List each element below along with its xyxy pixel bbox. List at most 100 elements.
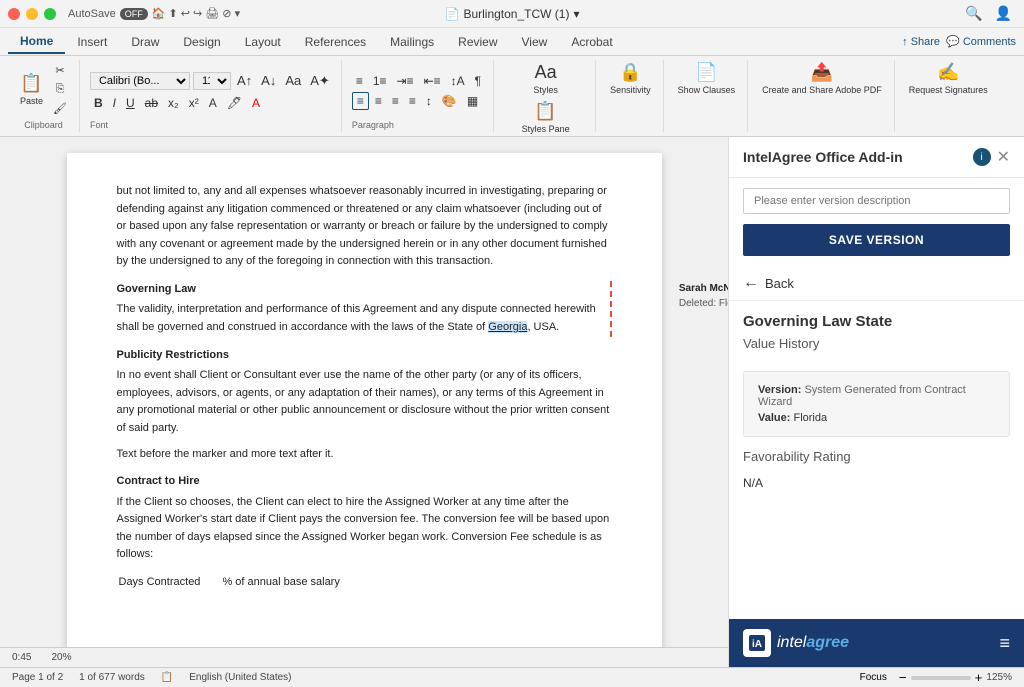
indent-button[interactable]: ⇥≡ xyxy=(393,73,418,89)
paragraph-group: ≡ 1≡ ⇥≡ ⇤≡ ↕A ¶ ≡ ≡ ≡ ≡ ↕ 🎨 ▦ Paragraph xyxy=(344,60,494,132)
zoom-slider[interactable] xyxy=(911,676,971,680)
value-row: Value: Florida xyxy=(758,412,995,424)
borders-button[interactable]: ▦ xyxy=(463,93,482,109)
zoom-in-button[interactable]: + xyxy=(975,670,983,685)
strikethrough-button[interactable]: ab xyxy=(141,95,162,111)
back-label: Back xyxy=(765,276,794,291)
tab-view[interactable]: View xyxy=(510,31,560,53)
maximize-button[interactable] xyxy=(44,8,56,20)
back-button[interactable]: ← Back xyxy=(729,266,1024,301)
show-clauses-group: 📄 Show Clauses xyxy=(666,60,749,132)
intelagree-logo: iA intelagree xyxy=(743,629,849,657)
close-sidebar-button[interactable]: ✕ xyxy=(997,147,1010,167)
sensitivity-button[interactable]: 🔒 Sensitivity xyxy=(606,60,655,97)
tab-design[interactable]: Design xyxy=(171,31,232,53)
clear-format-button[interactable]: Aa xyxy=(282,72,304,89)
font-color-button[interactable]: A xyxy=(248,95,264,111)
tab-insert[interactable]: Insert xyxy=(65,31,119,53)
show-formatting-button[interactable]: ¶ xyxy=(471,73,485,89)
font-group: Calibri (Bo... 11 A↑ A↓ Aa A✦ B I U ab x… xyxy=(82,60,342,132)
tab-acrobat[interactable]: Acrobat xyxy=(559,31,624,53)
footer-menu-button[interactable]: ≡ xyxy=(999,633,1010,654)
sidebar-footer: iA intelagree ≡ xyxy=(729,619,1024,667)
line-spacing-button[interactable]: ↕ xyxy=(422,93,436,109)
favorability-label: Favorability Rating xyxy=(743,449,1010,464)
italic-button[interactable]: I xyxy=(109,95,120,111)
highlight-button[interactable]: 🖊 xyxy=(223,95,246,111)
request-signatures-button[interactable]: ✍ Request Signatures xyxy=(905,60,992,97)
bold-button[interactable]: B xyxy=(90,95,107,111)
zoom-level: 125% xyxy=(986,672,1012,683)
cut-button[interactable]: ✂ xyxy=(49,62,71,79)
font-family-select[interactable]: Calibri (Bo... xyxy=(90,72,190,90)
comments-button[interactable]: 💬 Comments xyxy=(946,35,1016,48)
decrease-font-button[interactable]: A↓ xyxy=(258,72,279,89)
document-scroll[interactable]: but not limited to, any and all expenses… xyxy=(0,137,728,647)
sensitivity-group: 🔒 Sensitivity xyxy=(598,60,664,132)
minimize-button[interactable] xyxy=(26,8,38,20)
user-button[interactable]: 👤 xyxy=(991,3,1016,24)
decrease-indent-button[interactable]: ⇤≡ xyxy=(420,73,445,89)
save-version-button[interactable]: SAVE VERSION xyxy=(743,224,1010,256)
focus-button[interactable]: Focus xyxy=(860,672,887,683)
traffic-lights xyxy=(8,8,56,20)
close-button[interactable] xyxy=(8,8,20,20)
info-button[interactable]: i xyxy=(973,148,991,166)
text-color-button[interactable]: A xyxy=(205,95,221,111)
tab-home[interactable]: Home xyxy=(8,30,65,54)
paste-group: 📋 Paste ✂ ⎘ 🖌 Clipboard xyxy=(8,60,80,132)
increase-font-button[interactable]: A↑ xyxy=(234,72,255,89)
document-title: 📄 Burlington_TCW (1) ▾ xyxy=(444,7,579,21)
align-right-button[interactable]: ≡ xyxy=(388,93,403,109)
marker-text: Text before the marker and more text aft… xyxy=(117,446,612,464)
value-text: Florida xyxy=(793,412,827,424)
share-button[interactable]: ↑ Share xyxy=(902,35,940,48)
page-indicator: Page 1 of 2 xyxy=(12,672,63,683)
styles-pane-button[interactable]: 📋 Styles Pane xyxy=(518,99,574,136)
sort-button[interactable]: ↕A xyxy=(447,73,469,89)
document-page: but not limited to, any and all expenses… xyxy=(67,153,662,647)
format-row: B I U ab x₂ x² A 🖊 A xyxy=(90,95,333,111)
section-title: Governing Law State xyxy=(743,313,1010,330)
request-sig-group: ✍ Request Signatures xyxy=(897,60,1000,132)
logo-agree-text: agree xyxy=(806,634,849,651)
version-row: Version: System Generated from Contract … xyxy=(758,384,995,408)
value-history-label: Value History xyxy=(743,336,1010,351)
tab-layout[interactable]: Layout xyxy=(233,31,293,53)
numbered-list-button[interactable]: 1≡ xyxy=(369,73,391,89)
ribbon-actions: ↑ Share 💬 Comments xyxy=(902,35,1016,48)
ribbon-toolbar: 📋 Paste ✂ ⎘ 🖌 Clipboard Calibri (Bo... xyxy=(0,56,1024,136)
subscript-button[interactable]: x₂ xyxy=(164,95,183,111)
align-center-button[interactable]: ≡ xyxy=(371,93,386,109)
highlight-georgia: Georgia xyxy=(488,321,527,333)
justify-button[interactable]: ≡ xyxy=(405,93,420,109)
underline-button[interactable]: U xyxy=(122,95,139,111)
superscript-button[interactable]: x² xyxy=(185,95,203,111)
bullet-list-button[interactable]: ≡ xyxy=(352,73,367,89)
font-size-select[interactable]: 11 xyxy=(193,72,231,90)
tab-references[interactable]: References xyxy=(293,31,378,53)
styles-button[interactable]: Aa Styles xyxy=(529,60,562,97)
paste-button[interactable]: 📋 Paste xyxy=(16,71,47,108)
tab-draw[interactable]: Draw xyxy=(119,31,171,53)
tab-review[interactable]: Review xyxy=(446,31,509,53)
show-clauses-button[interactable]: 📄 Show Clauses xyxy=(674,60,740,97)
ribbon: Home Insert Draw Design Layout Reference… xyxy=(0,28,1024,137)
zoom-controls: − + 125% xyxy=(899,670,1012,685)
search-button[interactable]: 🔍 xyxy=(961,3,986,24)
shading-button[interactable]: 🎨 xyxy=(438,93,461,109)
back-arrow-icon: ← xyxy=(743,274,759,292)
version-description-input[interactable] xyxy=(743,188,1010,214)
governing-law-section-header: Governing Law State Value History xyxy=(729,301,1024,371)
timer-value: 0:45 xyxy=(12,652,31,663)
sidebar-header: IntelAgree Office Add-in i ✕ xyxy=(729,137,1024,178)
format-painter-button[interactable]: 🖌 xyxy=(49,100,71,117)
tab-mailings[interactable]: Mailings xyxy=(378,31,446,53)
create-share-button[interactable]: 📤 Create and Share Adobe PDF xyxy=(758,60,886,97)
align-left-button[interactable]: ≡ xyxy=(352,92,369,110)
zoom-out-button[interactable]: − xyxy=(899,670,907,685)
intelagree-sidebar: IntelAgree Office Add-in i ✕ SAVE VERSIO… xyxy=(728,137,1024,667)
governing-law-heading: Governing Law xyxy=(117,281,610,298)
text-effects-button[interactable]: A✦ xyxy=(307,72,333,90)
copy-button[interactable]: ⎘ xyxy=(49,81,71,98)
